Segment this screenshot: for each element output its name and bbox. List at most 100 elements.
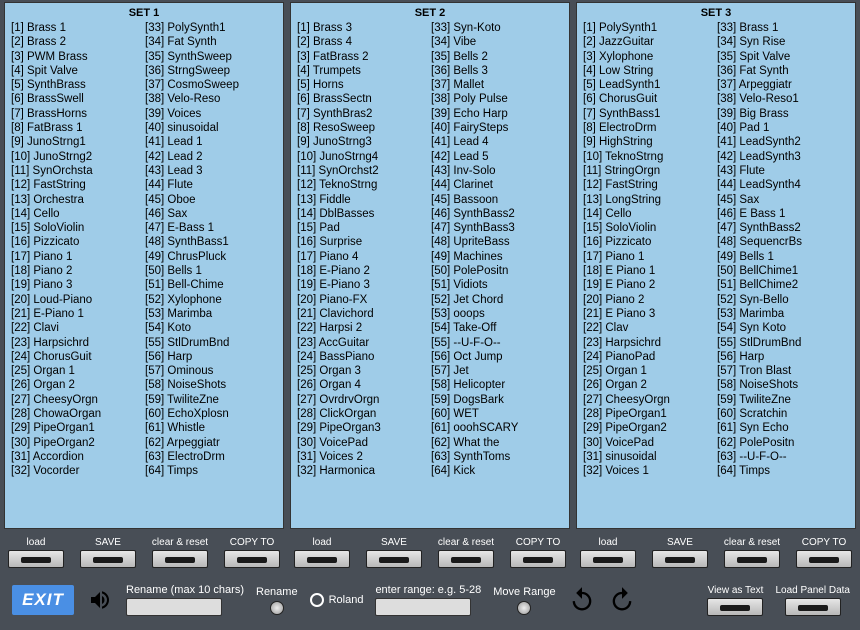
list-item[interactable]: [23] Harpsichrd xyxy=(583,336,715,350)
list-item[interactable]: [41] Lead 4 xyxy=(431,135,563,149)
list-item[interactable]: [36] Fat Synth xyxy=(717,64,849,78)
rename-input[interactable] xyxy=(126,598,222,616)
copy-button[interactable] xyxy=(796,550,852,568)
list-item[interactable]: [19] E Piano 2 xyxy=(583,278,715,292)
list-item[interactable]: [20] Piano-FX xyxy=(297,293,429,307)
list-item[interactable]: [36] Bells 3 xyxy=(431,64,563,78)
save-button[interactable] xyxy=(366,550,422,568)
list-item[interactable]: [59] DogsBark xyxy=(431,393,563,407)
list-item[interactable]: [37] Mallet xyxy=(431,78,563,92)
list-item[interactable]: [44] Flute xyxy=(145,178,277,192)
list-item[interactable]: [19] E-Piano 3 xyxy=(297,278,429,292)
list-item[interactable]: [2] JazzGuitar xyxy=(583,35,715,49)
list-item[interactable]: [62] PolePositn xyxy=(717,436,849,450)
list-item[interactable]: [34] Vibe xyxy=(431,35,563,49)
list-item[interactable]: [14] DblBasses xyxy=(297,207,429,221)
list-item[interactable]: [5] Horns xyxy=(297,78,429,92)
list-item[interactable]: [48] SequencrBs xyxy=(717,235,849,249)
list-item[interactable]: [31] Accordion xyxy=(11,450,143,464)
list-item[interactable]: [31] Voices 2 xyxy=(297,450,429,464)
list-item[interactable]: [52] Jet Chord xyxy=(431,293,563,307)
list-item[interactable]: [56] Harp xyxy=(145,350,277,364)
list-item[interactable]: [16] Surprise xyxy=(297,235,429,249)
list-item[interactable]: [21] E-Piano 1 xyxy=(11,307,143,321)
list-item[interactable]: [61] Whistle xyxy=(145,421,277,435)
list-item[interactable]: [45] Sax xyxy=(717,193,849,207)
list-item[interactable]: [49] ChrusPluck xyxy=(145,250,277,264)
list-item[interactable]: [38] Poly Pulse xyxy=(431,92,563,106)
list-item[interactable]: [62] What the xyxy=(431,436,563,450)
clear-button[interactable] xyxy=(438,550,494,568)
list-item[interactable]: [49] Machines xyxy=(431,250,563,264)
move-range-button[interactable] xyxy=(517,601,531,615)
list-item[interactable]: [40] sinusoidal xyxy=(145,121,277,135)
list-item[interactable]: [5] SynthBrass xyxy=(11,78,143,92)
list-item[interactable]: [26] Organ 4 xyxy=(297,378,429,392)
list-item[interactable]: [48] UpriteBass xyxy=(431,235,563,249)
list-item[interactable]: [28] PipeOrgan1 xyxy=(583,407,715,421)
list-item[interactable]: [59] TwiliteZne xyxy=(717,393,849,407)
list-item[interactable]: [1] Brass 1 xyxy=(11,21,143,35)
list-item[interactable]: [63] SynthToms xyxy=(431,450,563,464)
list-item[interactable]: [2] Brass 4 xyxy=(297,35,429,49)
list-item[interactable]: [57] Ominous xyxy=(145,364,277,378)
list-item[interactable]: [28] ChowaOrgan xyxy=(11,407,143,421)
list-item[interactable]: [26] Organ 2 xyxy=(11,378,143,392)
list-item[interactable]: [45] Oboe xyxy=(145,193,277,207)
list-item[interactable]: [1] Brass 3 xyxy=(297,21,429,35)
list-item[interactable]: [33] Brass 1 xyxy=(717,21,849,35)
clear-button[interactable] xyxy=(724,550,780,568)
list-item[interactable]: [27] OvrdrvOrgn xyxy=(297,393,429,407)
speaker-icon[interactable] xyxy=(86,588,114,612)
roland-radio[interactable] xyxy=(310,593,324,607)
list-item[interactable]: [55] StlDrumBnd xyxy=(717,336,849,350)
list-item[interactable]: [13] Orchestra xyxy=(11,193,143,207)
list-item[interactable]: [32] Vocorder xyxy=(11,464,143,478)
list-item[interactable]: [51] Vidiots xyxy=(431,278,563,292)
list-item[interactable]: [4] Low String xyxy=(583,64,715,78)
list-item[interactable]: [44] Clarinet xyxy=(431,178,563,192)
list-item[interactable]: [54] Syn Koto xyxy=(717,321,849,335)
list-item[interactable]: [35] Bells 2 xyxy=(431,50,563,64)
list-item[interactable]: [8] ResoSweep xyxy=(297,121,429,135)
list-item[interactable]: [18] E-Piano 2 xyxy=(297,264,429,278)
list-item[interactable]: [27] CheesyOrgn xyxy=(11,393,143,407)
list-item[interactable]: [1] PolySynth1 xyxy=(583,21,715,35)
list-item[interactable]: [46] E Bass 1 xyxy=(717,207,849,221)
list-item[interactable]: [64] Kick xyxy=(431,464,563,478)
list-item[interactable]: [15] SoloViolin xyxy=(583,221,715,235)
clear-button[interactable] xyxy=(152,550,208,568)
list-item[interactable]: [10] TeknoStrng xyxy=(583,150,715,164)
list-item[interactable]: [21] Clavichord xyxy=(297,307,429,321)
list-item[interactable]: [63] ElectroDrm xyxy=(145,450,277,464)
list-item[interactable]: [24] ChorusGuit xyxy=(11,350,143,364)
list-item[interactable]: [4] Trumpets xyxy=(297,64,429,78)
list-item[interactable]: [42] LeadSynth3 xyxy=(717,150,849,164)
list-item[interactable]: [53] Marimba xyxy=(145,307,277,321)
copy-button[interactable] xyxy=(224,550,280,568)
list-item[interactable]: [34] Fat Synth xyxy=(145,35,277,49)
list-item[interactable]: [44] LeadSynth4 xyxy=(717,178,849,192)
list-item[interactable]: [29] PipeOrgan1 xyxy=(11,421,143,435)
list-item[interactable]: [6] BrassSwell xyxy=(11,92,143,106)
list-item[interactable]: [50] BellChime1 xyxy=(717,264,849,278)
list-item[interactable]: [50] PolePositn xyxy=(431,264,563,278)
list-item[interactable]: [56] Harp xyxy=(717,350,849,364)
list-item[interactable]: [46] SynthBass2 xyxy=(431,207,563,221)
list-item[interactable]: [36] StrngSweep xyxy=(145,64,277,78)
list-item[interactable]: [37] Arpeggiatr xyxy=(717,78,849,92)
list-item[interactable]: [23] AccGuitar xyxy=(297,336,429,350)
list-item[interactable]: [22] Clavi xyxy=(11,321,143,335)
list-item[interactable]: [13] Fiddle xyxy=(297,193,429,207)
list-item[interactable]: [24] BassPiano xyxy=(297,350,429,364)
list-item[interactable]: [13] LongString xyxy=(583,193,715,207)
list-item[interactable]: [58] NoiseShots xyxy=(145,378,277,392)
list-item[interactable]: [49] Bells 1 xyxy=(717,250,849,264)
list-item[interactable]: [20] Loud-Piano xyxy=(11,293,143,307)
list-item[interactable]: [61] Syn Echo xyxy=(717,421,849,435)
list-item[interactable]: [61] ooohSCARY xyxy=(431,421,563,435)
list-item[interactable]: [32] Harmonica xyxy=(297,464,429,478)
list-item[interactable]: [15] Pad xyxy=(297,221,429,235)
list-item[interactable]: [47] E-Bass 1 xyxy=(145,221,277,235)
list-item[interactable]: [28] ClickOrgan xyxy=(297,407,429,421)
